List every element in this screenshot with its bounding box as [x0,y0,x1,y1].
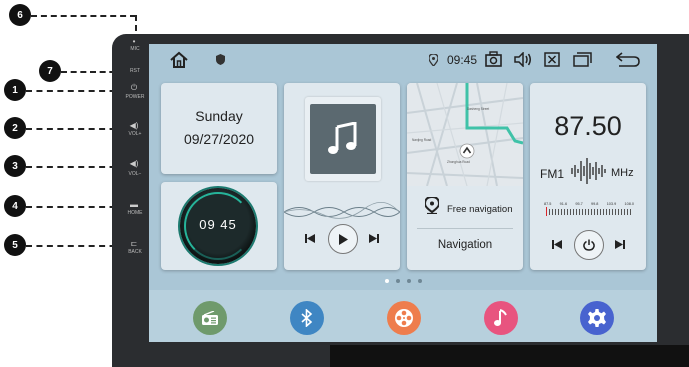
scale-tick-label: 95.7 [575,202,583,206]
power-label: POWER [125,94,145,100]
leader-line-2 [26,128,126,130]
status-time: 09:45 [447,53,478,67]
leader-line-5 [26,245,126,247]
navigation-title: Navigation [437,239,493,251]
leader-line-6 [31,15,136,17]
previous-track-icon[interactable] [305,234,315,243]
back-side-icon[interactable]: ⊏ [128,240,140,248]
map-label-1: Dasheng Street [467,107,489,111]
page-dot[interactable] [396,279,400,283]
callout-3: 3 [4,155,26,177]
head-unit-bottom-bezel [330,345,689,367]
shield-icon [216,54,225,65]
settings-app-button[interactable] [580,301,614,335]
page-indicator [385,279,422,283]
nav-divider [417,228,513,229]
home-side-icon[interactable]: ▬ [128,201,140,209]
map-preview: Dasheng Street Nanjing Road Zhonghua Roa… [407,83,523,186]
play-icon [338,233,348,245]
tuning-scale[interactable] [546,209,632,215]
gear-icon [588,309,606,327]
seek-back-icon[interactable] [552,240,562,249]
callout-1: 1 [4,79,26,101]
scale-tick-label: 108.0 [624,202,634,206]
leader-line-1 [26,90,126,92]
power-icon [583,239,595,251]
next-track-icon[interactable] [369,234,379,243]
album-art [310,104,376,174]
radio-unit: MHz [611,167,634,179]
volume-up-icon[interactable]: ◀) [128,122,140,130]
location-icon [429,54,438,66]
leader-line-4 [26,206,126,208]
callout-6: 6 [9,4,31,26]
display-screen: 09:45 Sunday 09/27/2020 09 45 Dasheng St… [149,44,657,342]
day-label: Sunday [195,108,243,124]
album-art-frame [305,97,381,181]
music-icon [494,309,507,326]
close-app-icon[interactable] [544,52,560,67]
callout-2: 2 [4,117,26,139]
clock-face: 09 45 [180,188,256,264]
navigation-card[interactable]: Dasheng Street Nanjing Road Zhonghua Roa… [407,83,523,270]
recent-apps-icon[interactable] [573,52,592,67]
mic-label: MIC [130,46,140,52]
waveform-decoration [284,202,400,219]
radio-icon [202,311,218,325]
camera-icon[interactable] [485,51,502,67]
back-icon[interactable] [616,52,640,67]
radio-power-button[interactable] [574,230,604,260]
film-reel-icon [395,309,413,327]
music-card[interactable] [284,83,400,270]
page-dot[interactable] [418,279,422,283]
power-icon[interactable]: ⏻ [128,84,140,92]
page-dot[interactable] [407,279,411,283]
leader-line-3 [26,166,126,168]
date-card[interactable]: Sunday 09/27/2020 [161,83,277,174]
clock-time: 09 45 [199,217,237,232]
play-button[interactable] [328,224,358,254]
seek-forward-icon[interactable] [615,240,625,249]
callout-5: 5 [4,234,26,256]
scale-tick-label: 87.5 [544,202,552,206]
bluetooth-app-button[interactable] [290,301,324,335]
map-label-2: Nanjing Road [412,138,432,142]
scale-tick-label: 99.8 [591,202,599,206]
radio-waveform [571,158,606,184]
radio-app-button[interactable] [193,301,227,335]
scale-tick-label: 91.6 [559,202,568,206]
back-label: BACK [128,249,142,255]
home-icon[interactable] [169,51,189,69]
music-app-button[interactable] [484,301,518,335]
status-bar: 09:45 [149,44,657,76]
vol-down-label: VOL− [128,171,142,177]
callout-7: 7 [39,60,61,82]
free-navigation-label: Free navigation [447,204,513,215]
radio-band: FM1 [540,167,564,181]
volume-icon[interactable] [514,52,532,67]
mic-icon: • [132,37,136,46]
video-app-button[interactable] [387,301,421,335]
music-note-icon [328,122,357,154]
scale-tick-label: 103.9 [606,202,617,206]
tuning-needle [546,207,547,216]
map-label-3: Zhonghua Road [447,160,470,164]
date-label: 09/27/2020 [183,131,255,147]
radio-frequency: 87.50 [554,111,622,141]
radio-scale: 87.5 91.6 95.7 99.8 103.9 108.0 [544,202,634,206]
location-pin-icon [425,197,439,214]
page-dot[interactable] [385,279,389,283]
rst-button[interactable]: RST [121,68,149,74]
vol-up-label: VOL+ [128,131,142,137]
callout-4: 4 [4,195,26,217]
volume-down-icon[interactable]: ◀) [128,160,140,168]
home-label: HOME [127,210,143,216]
radio-card[interactable]: 87.50 FM1 MHz 87.5 91.6 95.7 99.8 103.9 … [530,83,646,270]
bluetooth-icon [301,309,313,327]
clock-card[interactable]: 09 45 [161,182,277,270]
